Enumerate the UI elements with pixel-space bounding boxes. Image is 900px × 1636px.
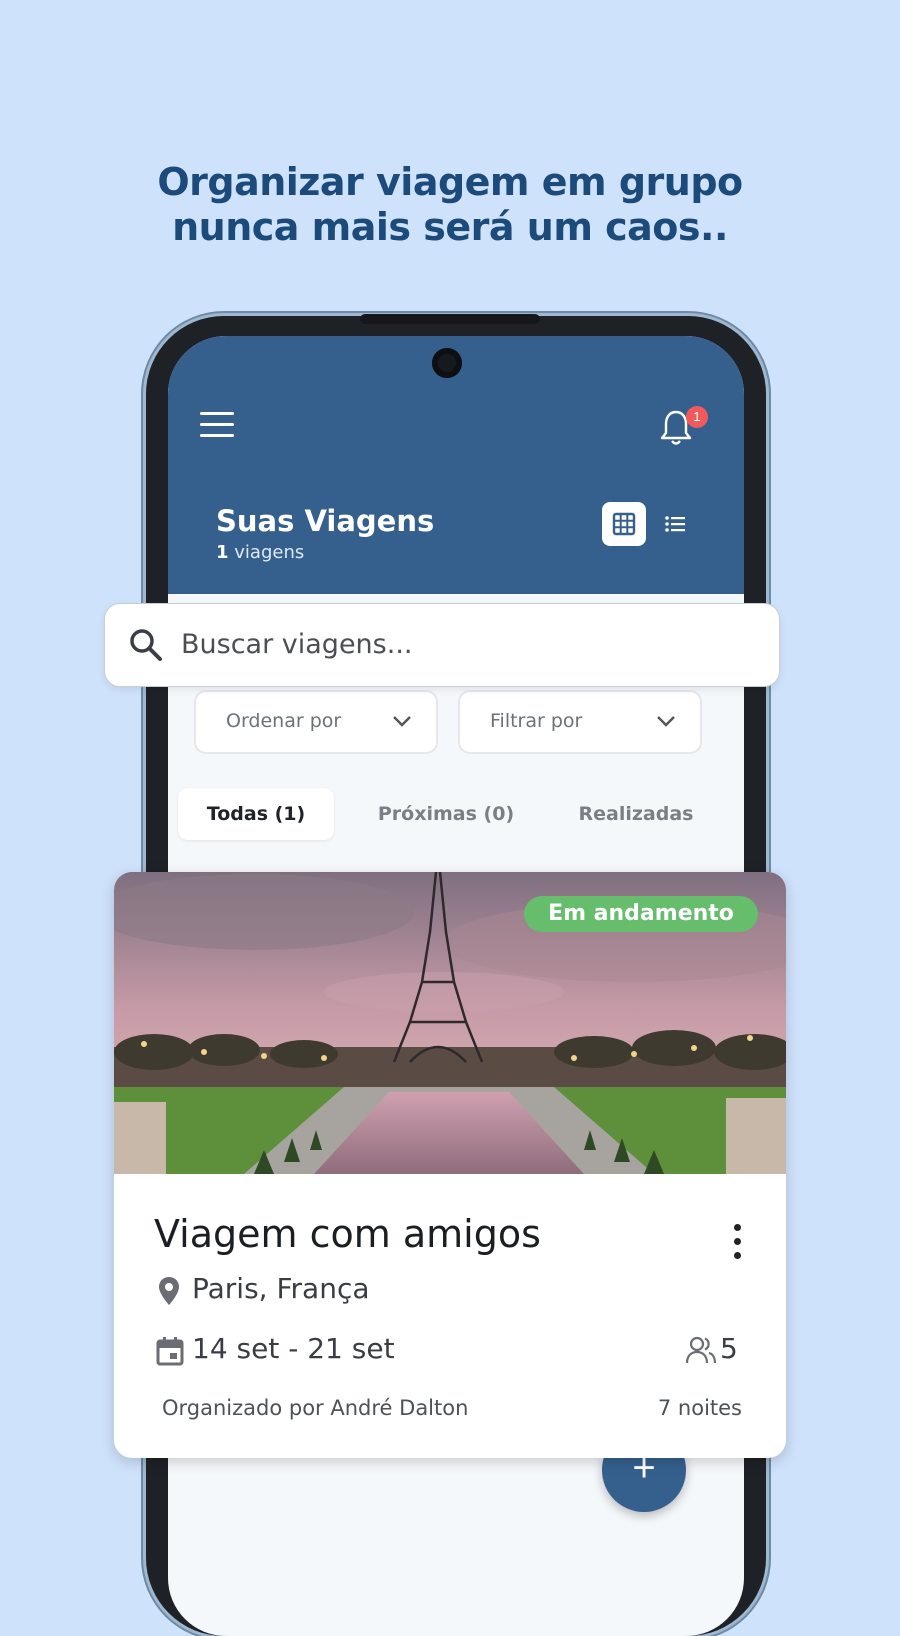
filter-dropdown[interactable]: Filtrar por (458, 690, 702, 754)
location-pin-icon (159, 1277, 179, 1305)
sort-dropdown[interactable]: Ordenar por (194, 690, 438, 754)
trip-count: 1 viagens (216, 542, 304, 563)
trip-card[interactable]: Em andamento Viagem com amigos Paris, Fr… (114, 872, 786, 1458)
front-camera (432, 348, 462, 378)
notification-badge: 1 (686, 406, 708, 428)
filter-label: Filtrar por (490, 710, 583, 732)
headline: Organizar viagem em grupo nunca mais ser… (0, 160, 900, 250)
grid-icon (612, 512, 636, 536)
trip-count-number: 1 (216, 542, 229, 563)
grid-view-button[interactable] (602, 502, 646, 546)
search-bar[interactable]: Buscar viagens... (104, 603, 780, 687)
trip-tabs: Todas (1) Próximas (0) Realizadas (178, 788, 738, 840)
tab-proximas[interactable]: Próximas (0) (348, 788, 544, 840)
calendar-icon (156, 1337, 184, 1366)
page-title: Suas Viagens (216, 504, 435, 538)
headline-line-1: Organizar viagem em grupo (157, 160, 743, 204)
people-icon (686, 1336, 716, 1364)
search-placeholder: Buscar viagens... (181, 629, 413, 660)
tab-realizadas[interactable]: Realizadas (548, 788, 724, 840)
sort-label: Ordenar por (226, 710, 342, 732)
chevron-down-icon (393, 716, 411, 727)
app-header: 1 Suas Viagens 1 viagens (168, 336, 744, 594)
search-icon (130, 629, 162, 661)
chevron-down-icon (657, 716, 675, 727)
trip-title: Viagem com amigos (154, 1212, 541, 1256)
trip-nights: 7 noites (657, 1396, 742, 1420)
trip-location: Paris, França (192, 1272, 370, 1305)
menu-icon[interactable] (200, 412, 236, 440)
phone-speaker-bar (360, 314, 540, 324)
trip-organizer: Organizado por André Dalton (162, 1396, 469, 1420)
trip-dates: 14 set - 21 set (192, 1332, 395, 1365)
list-icon[interactable] (662, 510, 690, 538)
more-options-icon[interactable] (728, 1222, 748, 1262)
trip-count-label: viagens (234, 542, 305, 563)
tab-todas[interactable]: Todas (1) (178, 788, 334, 840)
participant-count: 5 (720, 1332, 738, 1365)
headline-line-2: nunca mais será um caos.. (172, 205, 728, 249)
status-badge: Em andamento (524, 896, 758, 932)
